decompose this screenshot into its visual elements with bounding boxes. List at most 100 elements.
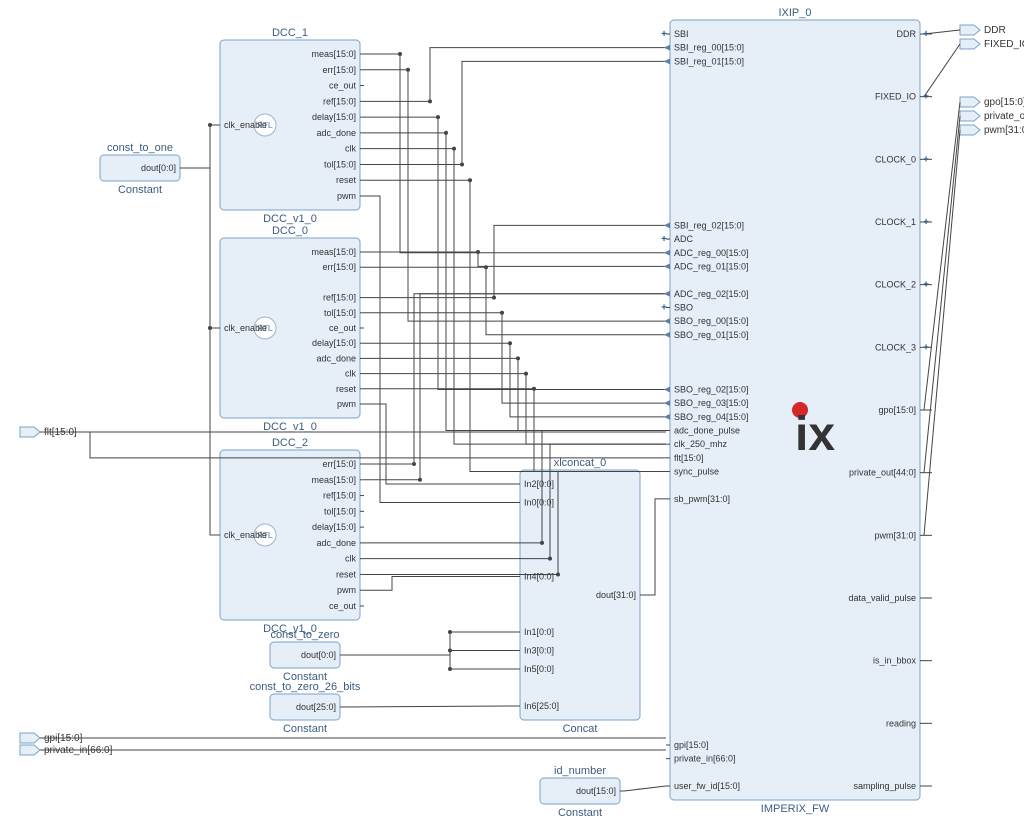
svg-text:+: + [661, 234, 667, 245]
svg-text:+: + [923, 280, 929, 291]
dcc0-rport-1[interactable]: err[15:0] [322, 262, 356, 272]
xlconcat-rport-0[interactable]: dout[31:0] [596, 590, 636, 600]
svg-text:+: + [661, 29, 667, 40]
dcc2-rport-0[interactable]: err[15:0] [322, 459, 356, 469]
id_number-subtitle: Constant [558, 807, 602, 819]
dcc0-rport-7[interactable]: adc_done [316, 353, 356, 363]
ixip-rport-6[interactable]: gpo[15:0] [878, 405, 916, 415]
dcc2-lport-0[interactable]: clk_enable [224, 530, 267, 540]
dcc1-rport-2[interactable]: ce_out [329, 81, 357, 91]
dcc0-rport-9[interactable]: reset [336, 384, 357, 394]
block-diagram-canvas: DCC_1DCC_v1_0RTLclk_enablemeas[15:0]err[… [0, 0, 1024, 820]
ixip-lport-55[interactable]: user_fw_id[15:0] [674, 781, 740, 791]
gpo-pin[interactable]: gpo[15:0] [984, 97, 1024, 108]
ixip-lport-52[interactable]: gpi[15:0] [674, 740, 709, 750]
dcc2-rport-5[interactable]: adc_done [316, 538, 356, 548]
xlconcat-lport-8[interactable]: In1[0:0] [524, 627, 554, 637]
ixip-lport-29[interactable]: adc_done_pulse [674, 426, 740, 436]
xlconcat-lport-12[interactable]: In6[25:0] [524, 701, 559, 711]
const_zero-rport-0[interactable]: dout[0:0] [301, 650, 336, 660]
ixip-lport-26[interactable]: SBO_reg_02[15:0] [674, 384, 749, 394]
ixip-rport-8[interactable]: pwm[31:0] [874, 530, 916, 540]
ixip-rport-12[interactable]: sampling_pulse [853, 781, 916, 791]
dcc0-rport-6[interactable]: delay[15:0] [312, 338, 356, 348]
dcc1-rport-8[interactable]: reset [336, 175, 357, 185]
ixip-lport-31[interactable]: flt[15:0] [674, 453, 704, 463]
dcc0-rport-0[interactable]: meas[15:0] [311, 247, 356, 257]
dcc0-rport-5[interactable]: ce_out [329, 323, 357, 333]
id_number-rport-0[interactable]: dout[15:0] [576, 786, 616, 796]
dcc2-title: DCC_2 [272, 437, 308, 449]
ixip-rport-5[interactable]: CLOCK_3 [875, 342, 916, 352]
const_zero-title: const_to_zero [270, 629, 339, 641]
ixip-lport-53[interactable]: private_in[66:0] [674, 754, 736, 764]
svg-text:dout[0:0]: dout[0:0] [141, 163, 176, 173]
ixip-lport-27[interactable]: SBO_reg_03[15:0] [674, 398, 749, 408]
ixip-lport-21[interactable]: SBO_reg_00[15:0] [674, 316, 749, 326]
id_number-title: id_number [554, 765, 606, 777]
ixip-lport-14[interactable]: SBI_reg_02[15:0] [674, 220, 744, 230]
dcc2-rport-3[interactable]: tol[15:0] [324, 506, 356, 516]
xlconcat-title: xlconcat_0 [554, 457, 607, 469]
ixip-lport-2[interactable]: SBI_reg_01[15:0] [674, 56, 744, 66]
ixip-lport-28[interactable]: SBO_reg_04[15:0] [674, 412, 749, 422]
ixip-rport-2[interactable]: CLOCK_0 [875, 154, 916, 164]
dcc1-subtitle: DCC_v1_0 [263, 213, 317, 225]
xlconcat-lport-9[interactable]: In3[0:0] [524, 646, 554, 656]
ixip-rport-11[interactable]: reading [886, 718, 916, 728]
dcc2-rport-2[interactable]: ref[15:0] [323, 491, 356, 501]
dcc0-rport-10[interactable]: pwm [337, 399, 356, 409]
ixip-rport-3[interactable]: CLOCK_1 [875, 217, 916, 227]
svg-text:+: + [923, 29, 929, 40]
private_out-pin[interactable]: private_out[44:0] [984, 111, 1024, 122]
dcc1-rport-6[interactable]: clk [345, 144, 356, 154]
const_zero26-subtitle: Constant [283, 723, 327, 735]
svg-text:+: + [923, 217, 929, 228]
ixip-lport-16[interactable]: ADC_reg_00[15:0] [674, 248, 749, 258]
dcc1-lport-0[interactable]: clk_enable [224, 120, 267, 130]
xlconcat-lport-5[interactable]: In4[0:0] [524, 572, 554, 582]
ixip-rport-10[interactable]: is_in_bbox [873, 656, 917, 666]
dcc0-rport-4[interactable]: tol[15:0] [324, 308, 356, 318]
dcc1-rport-3[interactable]: ref[15:0] [323, 96, 356, 106]
ixip-lport-0[interactable]: SBI [674, 29, 689, 39]
dcc1-rport-4[interactable]: delay[15:0] [312, 112, 356, 122]
dcc0-subtitle: DCC_v1_0 [263, 421, 317, 433]
dcc0-lport-0[interactable]: clk_enable [224, 323, 267, 333]
ixip-lport-1[interactable]: SBI_reg_00[15:0] [674, 43, 744, 53]
dcc1-rport-7[interactable]: tol[15:0] [324, 159, 356, 169]
dcc2-rport-8[interactable]: pwm [337, 585, 356, 595]
ixip-rport-0[interactable]: DDR [897, 29, 917, 39]
dcc2-rport-4[interactable]: delay[15:0] [312, 522, 356, 532]
xlconcat-lport-10[interactable]: In5[0:0] [524, 664, 554, 674]
const_zero26-rport-0[interactable]: dout[25:0] [296, 702, 336, 712]
dcc2-rport-1[interactable]: meas[15:0] [311, 475, 356, 485]
dcc0-rport-3[interactable]: ref[15:0] [323, 293, 356, 303]
dcc1-title: DCC_1 [272, 27, 308, 39]
ixip-lport-22[interactable]: SBO_reg_01[15:0] [674, 330, 749, 340]
pwm-pin[interactable]: pwm[31:0] [984, 125, 1024, 136]
ixip-rport-9[interactable]: data_valid_pulse [848, 593, 916, 603]
ixip-rport-1[interactable]: FIXED_IO [875, 92, 916, 102]
dcc1-rport-5[interactable]: adc_done [316, 128, 356, 138]
ixip-lport-32[interactable]: sync_pulse [674, 467, 719, 477]
dcc0-rport-8[interactable]: clk [345, 369, 356, 379]
ixip-rport-7[interactable]: private_out[44:0] [849, 468, 916, 478]
dcc1-rport-1[interactable]: err[15:0] [322, 65, 356, 75]
ix-logo: ix [795, 408, 835, 461]
dcc2-rport-6[interactable]: clk [345, 554, 356, 564]
ddr-pin[interactable]: DDR [984, 25, 1006, 36]
ixip-lport-20[interactable]: SBO [674, 302, 693, 312]
dcc1-rport-9[interactable]: pwm [337, 191, 356, 201]
dcc1-rport-0[interactable]: meas[15:0] [311, 49, 356, 59]
ixip-lport-30[interactable]: clk_250_mhz [674, 439, 728, 449]
fixed_io-pin[interactable]: FIXED_IO [984, 39, 1024, 50]
ixip-lport-34[interactable]: sb_pwm[31:0] [674, 494, 730, 504]
ixip-lport-15[interactable]: ADC [674, 234, 694, 244]
ixip-lport-19[interactable]: ADC_reg_02[15:0] [674, 289, 749, 299]
ixip-rport-4[interactable]: CLOCK_2 [875, 280, 916, 290]
ixip-lport-17[interactable]: ADC_reg_01[15:0] [674, 261, 749, 271]
dcc2-rport-7[interactable]: reset [336, 569, 357, 579]
dcc2-rport-9[interactable]: ce_out [329, 601, 357, 611]
const_zero26-title: const_to_zero_26_bits [250, 681, 361, 693]
